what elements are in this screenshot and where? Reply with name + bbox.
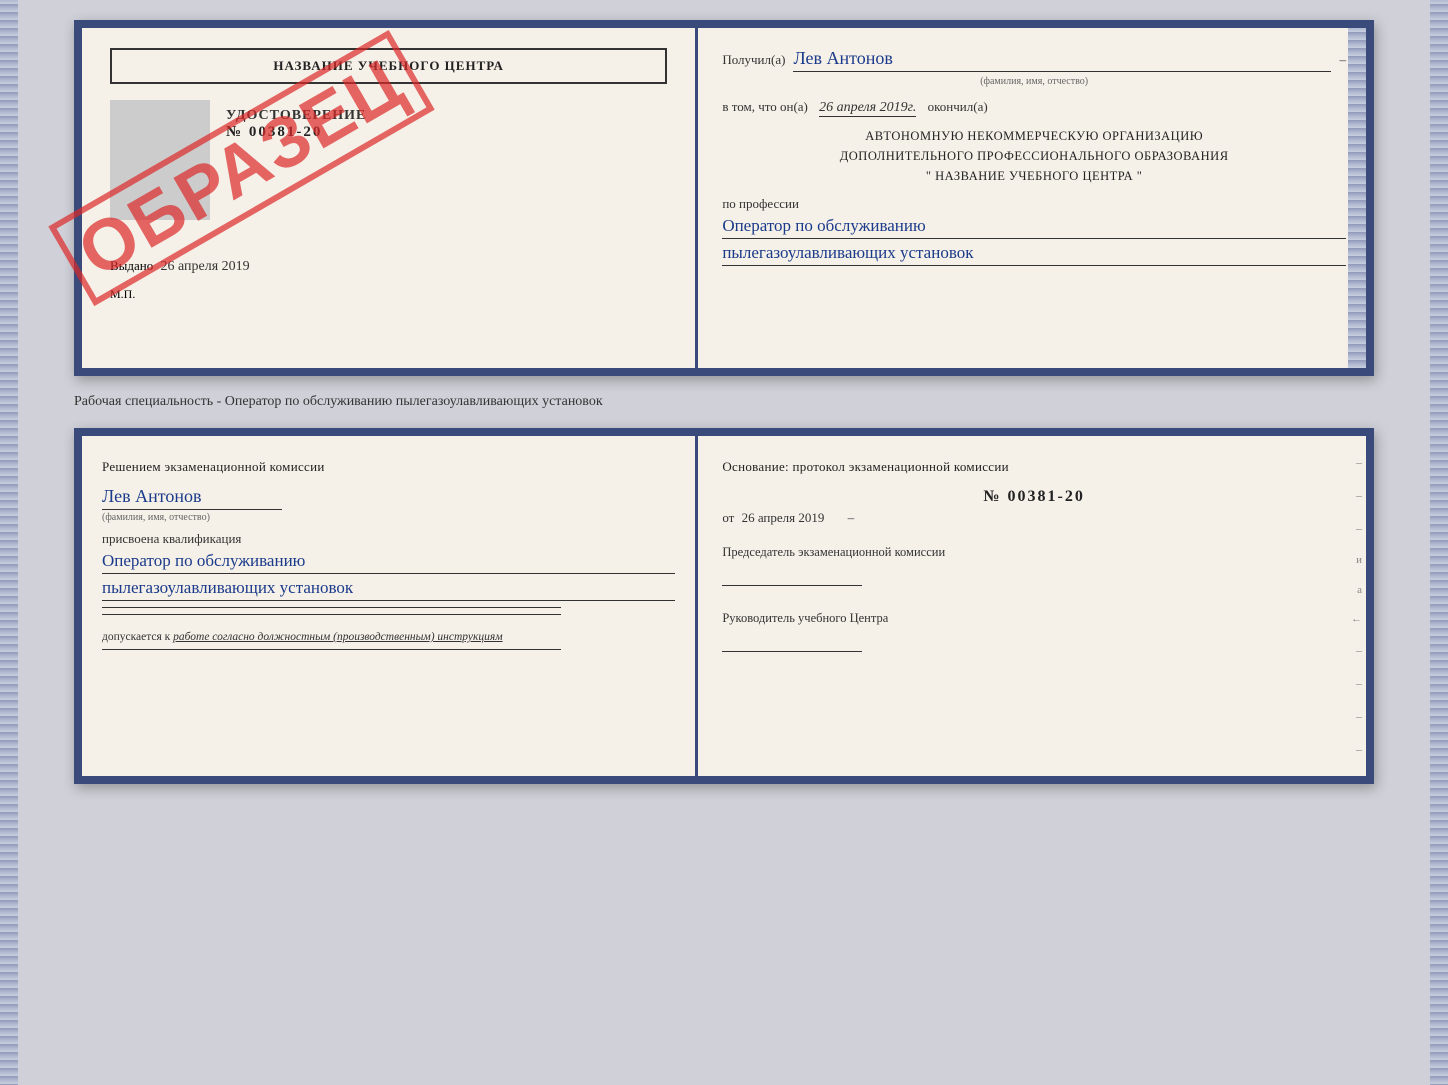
org-name-line: " НАЗВАНИЕ УЧЕБНОГО ЦЕНТРА " [722,166,1346,186]
right-sidebar-lines-bottom: – – – и а ← – – – – [1316,436,1366,776]
osnovanie-label: Основание: протокол экзаменационной коми… [722,456,1346,478]
bottom-fio-line: Лев Антонов [102,486,675,510]
poluchil-label: Получил(а) [722,52,785,68]
org-quotes-open: " [926,169,932,183]
bottom-fio-caption: (фамилия, имя, отчество) [102,512,675,523]
chairman-section: Председатель экзаменационной комиссии [722,542,1346,594]
top-cert-spread: НАЗВАНИЕ УЧЕБНОГО ЦЕНТРА УДОСТОВЕРЕНИЕ №… [74,20,1374,376]
cert-number: № 00381-20 [226,124,366,141]
spine-left-bottom [0,0,18,1085]
vydano-date: 26 апреля 2019 [161,259,250,274]
po-professii-label: по профессии [722,196,1346,212]
mp-label: М.П. [110,287,667,302]
org-block: АВТОНОМНУЮ НЕКОММЕРЧЕСКУЮ ОРГАНИЗАЦИЮ ДО… [722,126,1346,186]
bottom-cert-right-page: Основание: протокол экзаменационной коми… [698,436,1366,776]
left-page-content: НАЗВАНИЕ УЧЕБНОГО ЦЕНТРА УДОСТОВЕРЕНИЕ №… [102,48,675,302]
qualification-line1: Оператор по обслуживанию [102,551,675,574]
top-cert-right-page: Получил(а) Лев Антонов – (фамилия, имя, … [698,28,1366,368]
bottom-cert-spread: Решением экзаменационной комиссии Лев Ан… [74,428,1374,784]
rukovoditel-label: Руководитель учебного Центра [722,608,1346,628]
middle-label: Рабочая специальность - Оператор по обсл… [74,388,603,416]
spine-right-top [1348,28,1366,368]
bottom-fio-handwritten: Лев Антонов [102,486,282,510]
photo-placeholder [110,100,210,220]
udostoverenie-label: УДОСТОВЕРЕНИЕ [226,108,366,124]
prisvoena-label: присвоена квалификация [102,531,675,547]
ot-prefix: от [722,510,734,525]
date-handwritten-top: 26 апреля 2019г. [819,100,916,117]
spine-right-bottom [1430,0,1448,1085]
ot-date-line: от 26 апреля 2019 – [722,510,1346,526]
predsedatel-signature-line [722,568,862,586]
vydano-label: Выдано [110,258,153,273]
rukovoditel-signature-line [722,634,862,652]
okonchil-label: окончил(а) [928,99,988,114]
rukovoditel-section: Руководитель учебного Центра [722,608,1346,660]
fio-handwritten-top: Лев Антонов [793,48,1331,72]
predsedatel-label: Председатель экзаменационной комиссии [722,542,1346,562]
org-quotes-close: " [1137,169,1143,183]
dopuskaetsya-prefix: допускается к [102,631,170,643]
top-cert-left-page: НАЗВАНИЕ УЧЕБНОГО ЦЕНТРА УДОСТОВЕРЕНИЕ №… [82,28,698,368]
org-line1: АВТОНОМНУЮ НЕКОММЕРЧЕСКУЮ ОРГАНИЗАЦИЮ [722,126,1346,146]
cert-title-text: НАЗВАНИЕ УЧЕБНОГО ЦЕНТРА [273,58,504,73]
cert-title-box: НАЗВАНИЕ УЧЕБНОГО ЦЕНТРА [110,48,667,84]
poluchil-line: Получил(а) Лев Антонов – [722,48,1346,72]
ot-dash: – [848,510,855,525]
dopuskaetsya-line: допускается к работе согласно должностны… [102,631,675,643]
org-name: НАЗВАНИЕ УЧЕБНОГО ЦЕНТРА [935,169,1133,183]
resheniem-label: Решением экзаменационной комиссии [102,456,675,478]
ot-date-value: 26 апреля 2019 [742,510,825,525]
udostoverenie-section: УДОСТОВЕРЕНИЕ № 00381-20 [226,108,366,141]
v-tom-line: в том, что он(а) 26 апреля 2019г. окончи… [722,99,1346,116]
dopuskaetsya-italic: работе согласно должностным (производств… [173,631,502,643]
org-line2: ДОПОЛНИТЕЛЬНОГО ПРОФЕССИОНАЛЬНОГО ОБРАЗО… [722,146,1346,166]
qualification-line2: пылегазоулавливающих установок [102,578,675,601]
fio-caption-top: (фамилия, имя, отчество) [722,76,1346,87]
bottom-cert-left-page: Решением экзаменационной комиссии Лев Ан… [82,436,698,776]
profession-line1-top: Оператор по обслуживанию [722,216,1346,239]
profession-line2-top: пылегазоулавливающих установок [722,243,1346,266]
protocol-number: № 00381-20 [722,488,1346,506]
v-tom-prefix: в том, что он(а) [722,99,808,114]
vydano-line: Выдано 26 апреля 2019 [110,258,667,275]
document-wrapper: НАЗВАНИЕ УЧЕБНОГО ЦЕНТРА УДОСТОВЕРЕНИЕ №… [74,20,1374,784]
